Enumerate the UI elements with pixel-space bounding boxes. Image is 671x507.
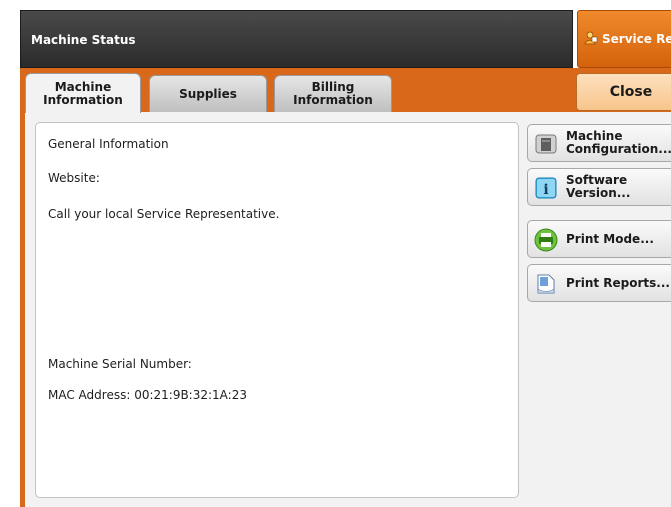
tab-machine-information[interactable]: Machine Information — [25, 73, 141, 113]
section-heading: General Information — [48, 137, 169, 151]
tab-supplies[interactable]: Supplies — [149, 75, 267, 112]
close-button[interactable]: Close — [576, 73, 671, 111]
button-label: Machine Configuration... — [566, 129, 671, 156]
tab-label: Billing Information — [293, 80, 373, 107]
machine-icon — [535, 134, 557, 154]
print-reports-button[interactable]: Print Reports... — [527, 264, 671, 302]
machine-configuration-button[interactable]: Machine Configuration... — [527, 124, 671, 162]
button-label: Print Reports... — [566, 275, 670, 290]
service-contact-text: Call your local Service Representative. — [48, 207, 280, 221]
report-icon — [537, 274, 555, 294]
page-title: Machine Status — [31, 33, 136, 47]
general-information-panel: General Information Website: Call your l… — [35, 122, 519, 498]
svg-text:i: i — [543, 182, 548, 198]
service-rep-icon — [584, 31, 598, 45]
service-rep-label: Service Rep — [602, 32, 671, 46]
machine-status-screen: Machine Status Service Rep Machine Infor… — [20, 0, 671, 507]
tab-label: Supplies — [179, 86, 237, 101]
print-mode-icon — [534, 228, 558, 252]
button-label: Print Mode... — [566, 231, 654, 246]
button-label: Software Version... — [566, 173, 631, 200]
mac-address: MAC Address: 00:21:9B:32:1A:23 — [48, 388, 247, 402]
serial-number-label: Machine Serial Number: — [48, 357, 192, 371]
tab-label: Machine Information — [43, 79, 123, 107]
service-rep-button[interactable]: Service Rep — [577, 10, 671, 68]
software-version-button[interactable]: i Software Version... — [527, 168, 671, 206]
website-label: Website: — [48, 171, 100, 185]
info-icon: i — [535, 177, 557, 199]
tab-billing-information[interactable]: Billing Information — [274, 75, 392, 112]
print-mode-button[interactable]: Print Mode... — [527, 220, 671, 258]
header-bar: Machine Status — [20, 10, 573, 68]
